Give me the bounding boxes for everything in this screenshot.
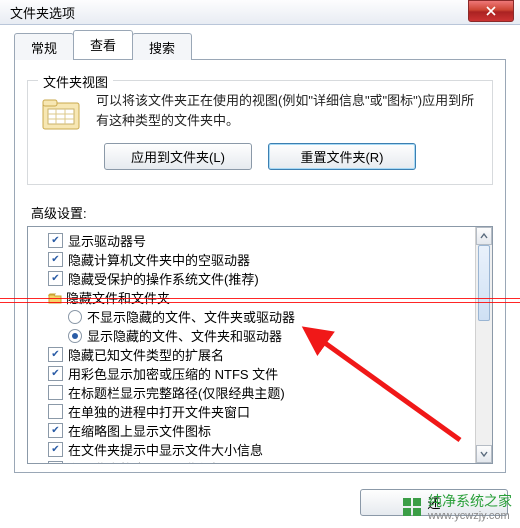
tree-item-label: 隐藏文件和文件夹 <box>66 288 170 307</box>
checkbox[interactable] <box>48 442 63 457</box>
tab-search[interactable]: 搜索 <box>132 33 192 60</box>
scrollbar-vertical[interactable] <box>475 227 492 463</box>
folder-icon <box>48 292 62 304</box>
folder-views-buttons: 应用到文件夹(L) 重置文件夹(R) <box>40 143 480 170</box>
tree-check-item[interactable]: 隐藏受保护的操作系统文件(推荐) <box>48 269 474 288</box>
tree-item-label: 显示驱动器号 <box>68 231 146 250</box>
tree-radio-item[interactable]: 不显示隐藏的文件、文件夹或驱动器 <box>68 307 474 326</box>
scroll-thumb[interactable] <box>478 245 490 321</box>
window-title: 文件夹选项 <box>10 3 75 22</box>
folder-views-icon <box>40 95 82 133</box>
folder-views-group-label: 文件夹视图 <box>38 72 113 91</box>
folder-views-row: 可以将该文件夹正在使用的视图(例如"详细信息"或"图标")应用到所有这种类型的文… <box>40 91 480 133</box>
tree-check-item[interactable]: 显示驱动器号 <box>48 231 474 250</box>
watermark-name: 纯净系统之家 <box>428 493 512 509</box>
scroll-down-button[interactable] <box>476 445 492 463</box>
tree-folder-node: 隐藏文件和文件夹 <box>48 288 474 307</box>
tab-body-view: 文件夹视图 可以将该文件夹正在使用的视图(例如"详细信息"或"图标")应用到所有… <box>14 59 506 473</box>
watermark: 纯净系统之家 www.ycwzjy.com <box>402 491 512 522</box>
tree-item-label: 隐藏计算机文件夹中的空驱动器 <box>68 250 250 269</box>
watermark-url: www.ycwzjy.com <box>428 511 512 522</box>
checkbox[interactable] <box>48 347 63 362</box>
checkbox[interactable] <box>48 404 63 419</box>
tree-check-item[interactable]: 隐藏已知文件类型的扩展名 <box>48 345 474 364</box>
reset-folders-button[interactable]: 重置文件夹(R) <box>268 143 416 170</box>
apply-to-folders-button[interactable]: 应用到文件夹(L) <box>104 143 252 170</box>
folder-views-group: 文件夹视图 可以将该文件夹正在使用的视图(例如"详细信息"或"图标")应用到所有… <box>27 80 493 185</box>
watermark-logo-icon <box>402 497 422 517</box>
close-icon <box>486 6 496 16</box>
scroll-up-button[interactable] <box>476 227 492 245</box>
checkbox[interactable] <box>48 252 63 267</box>
checkbox[interactable] <box>48 385 63 400</box>
watermark-text: 纯净系统之家 www.ycwzjy.com <box>428 491 512 522</box>
tree-item-label: 用彩色显示加密或压缩的 NTFS 文件 <box>68 364 278 383</box>
folder-options-window: 文件夹选项 常规 查看 搜索 文件夹视图 可以将该文件夹正在使用的视图(例如"详… <box>0 0 520 528</box>
tree-item-label: 显示隐藏的文件、文件夹和驱动器 <box>87 326 282 345</box>
tree-check-item[interactable]: 用彩色显示加密或压缩的 NTFS 文件 <box>48 364 474 383</box>
tree-check-item[interactable]: 在文件夹提示中显示文件大小信息 <box>48 440 474 459</box>
titlebar: 文件夹选项 <box>0 0 520 25</box>
tree-check-item[interactable]: 在缩略图上显示文件图标 <box>48 421 474 440</box>
tree-item-label: 在文件夹提示中显示文件大小信息 <box>68 440 263 459</box>
checkbox[interactable] <box>48 233 63 248</box>
radio[interactable] <box>68 310 82 324</box>
checkbox[interactable] <box>48 461 63 464</box>
advanced-settings-tree: 显示驱动器号隐藏计算机文件夹中的空驱动器隐藏受保护的操作系统文件(推荐)隐藏文件… <box>28 227 476 464</box>
advanced-settings-label: 高级设置: <box>31 203 493 222</box>
tab-view[interactable]: 查看 <box>73 30 133 59</box>
tree-check-item[interactable]: 隐藏计算机文件夹中的空驱动器 <box>48 250 474 269</box>
chevron-down-icon <box>480 450 488 458</box>
tree-item-label: 不显示隐藏的文件、文件夹或驱动器 <box>87 307 295 326</box>
tree-item-label: 在缩略图上显示文件图标 <box>68 421 211 440</box>
tab-general[interactable]: 常规 <box>14 33 74 60</box>
folder-views-description: 可以将该文件夹正在使用的视图(例如"详细信息"或"图标")应用到所有这种类型的文… <box>96 91 480 131</box>
radio[interactable] <box>68 329 82 343</box>
advanced-settings-listbox[interactable]: 显示驱动器号隐藏计算机文件夹中的空驱动器隐藏受保护的操作系统文件(推荐)隐藏文件… <box>27 226 493 464</box>
chevron-up-icon <box>480 232 488 240</box>
close-button[interactable] <box>468 0 514 22</box>
checkbox[interactable] <box>48 423 63 438</box>
tree-item-label: 在预览窗格中显示预览句柄 <box>68 459 224 464</box>
tree-check-item[interactable]: 在标题栏显示完整路径(仅限经典主题) <box>48 383 474 402</box>
checkbox[interactable] <box>48 271 63 286</box>
tree-check-item[interactable]: 在预览窗格中显示预览句柄 <box>48 459 474 464</box>
tab-strip: 常规 查看 搜索 <box>14 33 520 59</box>
tree-item-label: 隐藏受保护的操作系统文件(推荐) <box>68 269 259 288</box>
tree-item-label: 在标题栏显示完整路径(仅限经典主题) <box>68 383 285 402</box>
tree-item-label: 在单独的进程中打开文件夹窗口 <box>68 402 250 421</box>
tree-check-item[interactable]: 在单独的进程中打开文件夹窗口 <box>48 402 474 421</box>
checkbox[interactable] <box>48 366 63 381</box>
tree-item-label: 隐藏已知文件类型的扩展名 <box>68 345 224 364</box>
tree-radio-item[interactable]: 显示隐藏的文件、文件夹和驱动器 <box>68 326 474 345</box>
